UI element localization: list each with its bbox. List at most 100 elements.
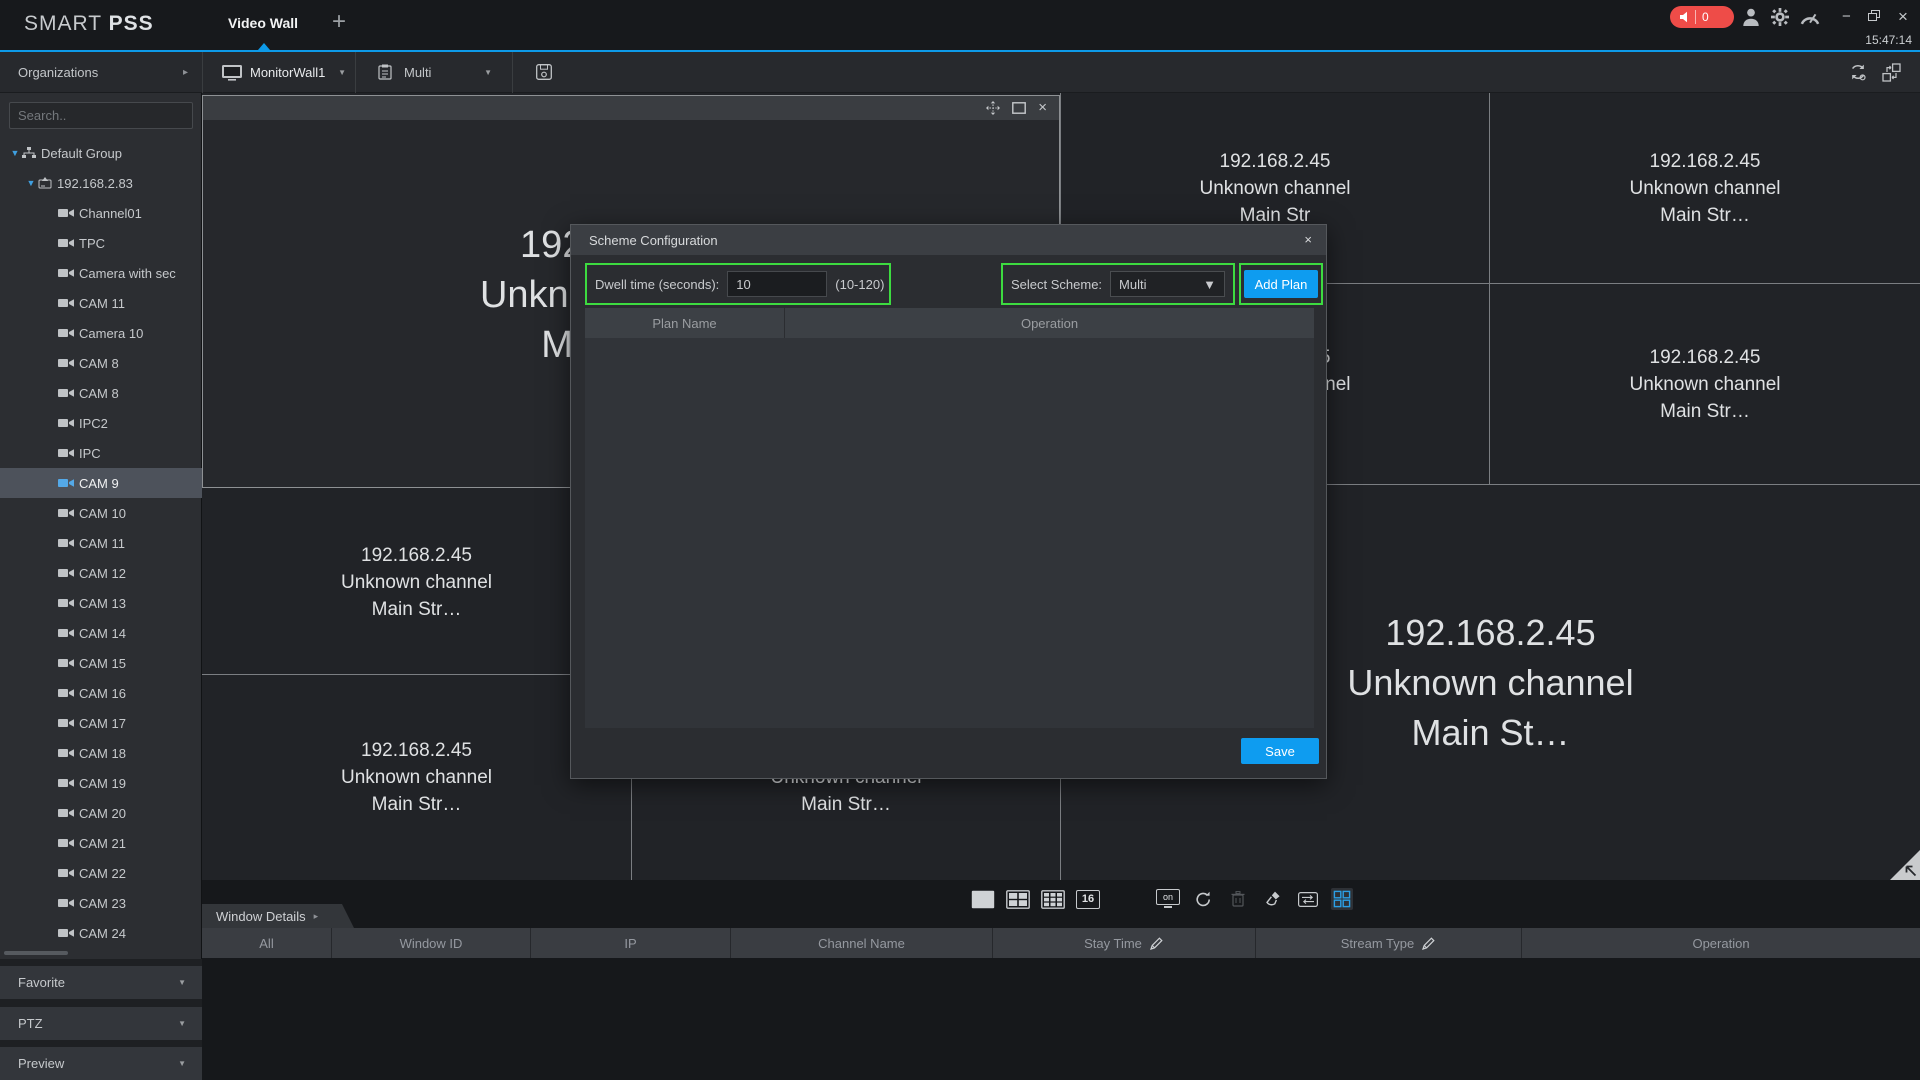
monitor-wall-icon	[222, 65, 242, 81]
layout-4-button[interactable]	[1006, 888, 1030, 910]
tree-item-channel[interactable]: CAM 12	[0, 558, 202, 588]
window-details-table-header: All Window ID IP Channel Name Stay Time …	[202, 928, 1920, 958]
chevron-down-icon: ▼	[178, 978, 186, 987]
tree-item-channel[interactable]: CAM 8	[0, 348, 202, 378]
tree-item-channel[interactable]: CAM 18	[0, 738, 202, 768]
camera-icon	[58, 208, 74, 218]
camera-icon	[58, 268, 74, 278]
camera-icon	[58, 568, 74, 578]
user-icon[interactable]	[1742, 8, 1760, 26]
expand-triangle-icon[interactable]: ▼	[24, 178, 38, 188]
tree-item-channel[interactable]: CAM 20	[0, 798, 202, 828]
title-bar: SMART PSS Video Wall + 0 − × 15:47:14	[0, 0, 1920, 50]
dwell-time-input[interactable]	[727, 271, 827, 297]
gear-icon[interactable]	[1771, 8, 1789, 26]
tree-item-channel[interactable]: CAM 11	[0, 288, 202, 318]
add-plan-group: Add Plan	[1239, 263, 1323, 305]
tree-item-channel[interactable]: CAM 19	[0, 768, 202, 798]
camera-icon	[58, 628, 74, 638]
videowall-cell[interactable]: 192.168.2.45Unknown channelMain Str…	[1490, 94, 1920, 282]
tab-video-wall[interactable]: Video Wall	[228, 15, 298, 31]
tree-item-channel[interactable]: IPC	[0, 438, 202, 468]
refresh-button[interactable]	[1191, 888, 1215, 910]
organizations-header[interactable]: Organizations ▸	[18, 65, 188, 80]
tree-item-channel[interactable]: TPC	[0, 228, 202, 258]
stream-switch-button[interactable]	[1296, 888, 1320, 910]
tree-item-channel[interactable]: CAM 14	[0, 618, 202, 648]
select-scheme-group: Select Scheme: Multi ▼	[1001, 263, 1235, 305]
delete-button[interactable]	[1226, 888, 1250, 910]
tree-item-channel[interactable]: CAM 23	[0, 888, 202, 918]
section-preview[interactable]: Preview ▼	[0, 1047, 202, 1080]
window-details-tab[interactable]: Window Details ▸	[202, 904, 354, 928]
save-plan-icon[interactable]	[536, 64, 552, 80]
performance-gauge-icon[interactable]	[1800, 8, 1820, 26]
chevron-down-icon: ▼	[338, 68, 346, 77]
scheme-select[interactable]: Multi ▼	[404, 65, 492, 80]
tree-item-device[interactable]: ▼ 192.168.2.83	[0, 168, 202, 198]
close-button[interactable]: ×	[1898, 9, 1908, 24]
tree-item-channel[interactable]: CAM 16	[0, 678, 202, 708]
tree-item-channel[interactable]: CAM 8	[0, 378, 202, 408]
tree-item-channel[interactable]: CAM 24	[0, 918, 202, 946]
edit-pencil-icon[interactable]	[1421, 936, 1436, 951]
scheme-icon	[378, 64, 392, 80]
camera-icon	[58, 298, 74, 308]
monitor-wall-select[interactable]: MonitorWall1 ▼	[250, 65, 346, 80]
tree-item-channel[interactable]: IPC2	[0, 408, 202, 438]
clock: 15:47:14	[1865, 33, 1912, 47]
tree-item-channel[interactable]: Camera with sec	[0, 258, 202, 288]
section-ptz[interactable]: PTZ ▼	[0, 1007, 202, 1040]
videowall-cell[interactable]: 192.168.2.45Unknown channelMain Str…	[1490, 284, 1920, 484]
expand-triangle-icon[interactable]: ▼	[8, 148, 22, 158]
camera-icon	[58, 418, 74, 428]
toolbar-separator	[355, 52, 356, 93]
save-button[interactable]: Save	[1241, 738, 1319, 764]
tree-item-channel[interactable]: CAM 11	[0, 528, 202, 558]
group-icon	[22, 147, 36, 159]
tree-item-channel[interactable]: CAM 21	[0, 828, 202, 858]
screen-config-button[interactable]	[1331, 888, 1353, 910]
edit-pencil-icon[interactable]	[1149, 936, 1164, 951]
tree-item-channel[interactable]: Camera 10	[0, 318, 202, 348]
column-header-plan-name: Plan Name	[585, 308, 785, 338]
screen-swap-icon[interactable]	[1882, 63, 1901, 82]
minimize-button[interactable]: −	[1842, 9, 1851, 24]
dialog-titlebar[interactable]: Scheme Configuration ×	[571, 225, 1326, 255]
search-input[interactable]	[10, 108, 198, 123]
tree-item-channel[interactable]: CAM 22	[0, 858, 202, 888]
tree-item-channel[interactable]: CAM 17	[0, 708, 202, 738]
tree-horizontal-scrollbar[interactable]	[4, 951, 68, 955]
tree-item-channel[interactable]: CAM 15	[0, 648, 202, 678]
screen-on-button[interactable]: on	[1156, 889, 1180, 909]
add-plan-button[interactable]: Add Plan	[1244, 270, 1318, 298]
layout-9-button[interactable]	[1041, 888, 1065, 910]
restore-button[interactable]	[1868, 10, 1881, 22]
grid-line	[1489, 93, 1490, 484]
sync-settings-icon[interactable]	[1848, 62, 1868, 82]
layout-1-button[interactable]	[971, 888, 995, 910]
bottom-panel: 16 on Window Details ▸ All Window ID IP …	[202, 880, 1920, 1080]
clear-screen-button[interactable]	[1261, 888, 1285, 910]
camera-icon	[58, 478, 74, 488]
videowall-cell[interactable]: 192.168.2.45Unknown channelMain Str…	[202, 490, 631, 674]
camera-icon	[58, 538, 74, 548]
new-tab-button[interactable]: +	[332, 8, 346, 36]
scheme-dropdown[interactable]: Multi ▼	[1110, 271, 1225, 297]
tree-item-channel[interactable]: CAM 10	[0, 498, 202, 528]
tree-item-channel[interactable]: CAM 13	[0, 588, 202, 618]
layout-16-button[interactable]: 16	[1076, 890, 1100, 909]
section-favorite[interactable]: Favorite ▼	[0, 966, 202, 999]
videowall-cell[interactable]: 192.168.2.45Unknown channelMain Str…	[202, 675, 631, 880]
alarm-indicator[interactable]: 0	[1670, 6, 1734, 28]
dialog-close-icon[interactable]: ×	[1304, 232, 1312, 248]
search-box[interactable]	[9, 102, 193, 129]
chevron-down-icon: ▼	[1203, 277, 1216, 292]
tree-item-channel[interactable]: Channel01	[0, 198, 202, 228]
camera-icon	[58, 778, 74, 788]
tree-item-channel-selected[interactable]: CAM 9	[0, 468, 202, 498]
camera-icon	[58, 238, 74, 248]
device-icon	[38, 177, 52, 189]
tree-item-group[interactable]: ▼ Default Group	[0, 138, 202, 168]
camera-icon	[58, 718, 74, 728]
